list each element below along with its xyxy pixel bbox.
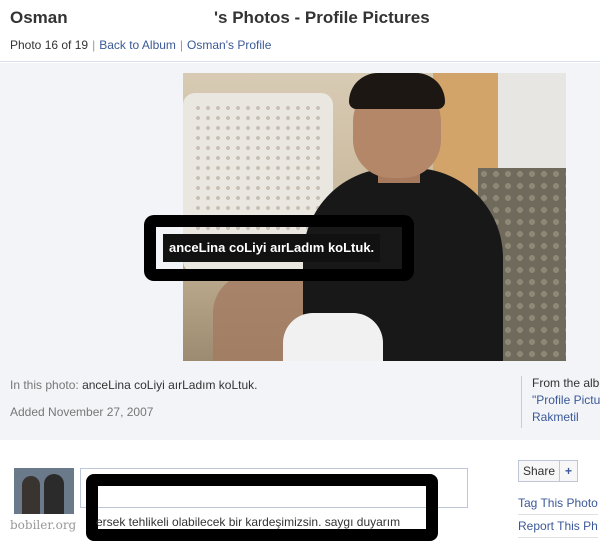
separator: |: [179, 38, 184, 52]
in-this-photo-label: In this photo:: [10, 378, 79, 392]
in-this-photo: In this photo: anceLina coLiyi aırLadım …: [10, 378, 258, 392]
from-album-panel: From the alb "Profile Pictu Rakmetil: [521, 376, 600, 428]
share-button[interactable]: Share +: [518, 460, 579, 482]
comment-text: ersek tehlikeli olabilecek bir kardeşimi…: [96, 515, 401, 529]
from-album-title: From the alb: [532, 376, 600, 390]
report-photo-link[interactable]: Report This Ph: [518, 519, 598, 538]
photo-subnav: Photo 16 of 19 | Back to Album | Osman's Pro…: [10, 38, 271, 52]
plus-icon: +: [559, 461, 577, 481]
tagged-name[interactable]: anceLina coLiyi aırLadım koLtuk.: [82, 378, 257, 392]
watermark: bobiler.org: [10, 518, 77, 532]
photo-counter: Photo 16 of 19: [10, 38, 89, 52]
owner-name[interactable]: Osman: [10, 8, 68, 28]
avatar-person: [44, 474, 64, 514]
photo-actions: Tag This Photo Report This Ph: [518, 496, 598, 541]
photo-curtain: [498, 73, 566, 173]
back-to-album-link[interactable]: Back to Album: [99, 38, 176, 52]
photo-tag-label[interactable]: anceLina coLiyi aırLadım koLtuk.: [163, 234, 381, 262]
commenter-avatar[interactable]: [14, 468, 74, 514]
added-date: Added November 27, 2007: [10, 405, 154, 419]
page-header: Osman 's Photos - Profile Pictures Photo…: [0, 0, 600, 62]
avatar-person: [22, 476, 40, 514]
album-owner-link[interactable]: Rakmetil: [532, 410, 600, 424]
page-title: 's Photos - Profile Pictures: [214, 8, 430, 27]
separator: |: [92, 38, 96, 52]
share-label: Share: [523, 464, 556, 478]
tag-photo-link[interactable]: Tag This Photo: [518, 496, 598, 515]
photo-person-hair: [349, 73, 445, 109]
owner-profile-link[interactable]: Osman's Profile: [187, 38, 271, 52]
photo-cloth: [283, 313, 383, 361]
comment-redaction: [86, 474, 438, 541]
album-link[interactable]: "Profile Pictu: [532, 393, 600, 407]
